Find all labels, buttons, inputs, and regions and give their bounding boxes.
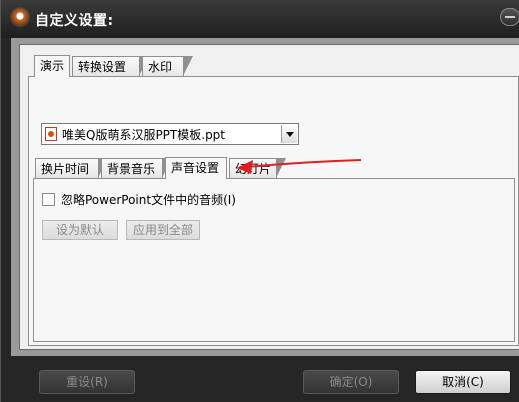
annotation-arrow-icon	[237, 159, 362, 174]
main-panel: 演示 转换设置 水印 唯美Q版萌系汉服PPT模板.ppt 换片时间 背景音乐 声…	[19, 44, 519, 350]
ok-button-label: 确定(O)	[329, 375, 373, 389]
reset-button-label: 重设(R)	[66, 375, 108, 389]
apply-all-button[interactable]: 应用到全部	[126, 220, 200, 240]
presentation-tab-body: 唯美Q版萌系汉服PPT模板.ppt 换片时间 背景音乐 声音设置 幻灯片 忽略P…	[28, 76, 519, 346]
ignore-audio-label: 忽略PowerPoint文件中的音频(I)	[61, 193, 236, 207]
client-area: 演示 转换设置 水印 唯美Q版萌系汉服PPT模板.ppt 换片时间 背景音乐 声…	[11, 38, 519, 356]
tab-presentation-label: 演示	[40, 59, 65, 73]
chevron-down-icon[interactable]	[281, 125, 297, 143]
apply-all-button-label: 应用到全部	[132, 223, 193, 237]
tab-conversion-settings[interactable]: 转换设置	[72, 56, 149, 76]
settings-window: 自定义设置: 演示 转换设置 水印 唯美Q版萌系汉服PPT模板.ppt 换片时间…	[0, 0, 519, 402]
ignore-audio-checkbox[interactable]	[42, 193, 55, 206]
cancel-button-label: 取消(C)	[442, 375, 484, 389]
title-bar[interactable]: 自定义设置:	[1, 0, 519, 38]
tab-background-music-label: 背景音乐	[107, 162, 156, 176]
tab-background-music[interactable]: 背景音乐	[101, 158, 172, 178]
minimize-button[interactable]	[500, 8, 519, 26]
set-default-button[interactable]: 设为默认	[42, 220, 118, 240]
file-select[interactable]: 唯美Q版萌系汉服PPT模板.ppt	[41, 123, 299, 145]
ppt-file-icon	[45, 127, 57, 141]
app-icon	[11, 8, 29, 26]
tab-sound-settings[interactable]: 声音设置	[165, 157, 227, 179]
file-select-value: 唯美Q版萌系汉服PPT模板.ppt	[62, 128, 226, 142]
tab-slide-timing-label: 换片时间	[41, 162, 90, 176]
cancel-button[interactable]: 取消(C)	[415, 370, 511, 394]
tab-conversion-settings-label: 转换设置	[78, 60, 127, 74]
tab-sound-settings-label: 声音设置	[171, 161, 220, 175]
reset-button[interactable]: 重设(R)	[39, 370, 135, 394]
tab-watermark[interactable]: 水印	[142, 56, 193, 76]
ok-button[interactable]: 确定(O)	[303, 370, 399, 394]
window-title: 自定义设置:	[35, 13, 114, 29]
tab-watermark-label: 水印	[148, 60, 173, 74]
set-default-button-label: 设为默认	[55, 223, 104, 237]
tab-presentation[interactable]: 演示	[34, 55, 70, 77]
sound-settings-body: 忽略PowerPoint文件中的音频(I) 设为默认 应用到全部	[33, 178, 515, 342]
tab-slide-timing[interactable]: 换片时间	[35, 158, 108, 178]
